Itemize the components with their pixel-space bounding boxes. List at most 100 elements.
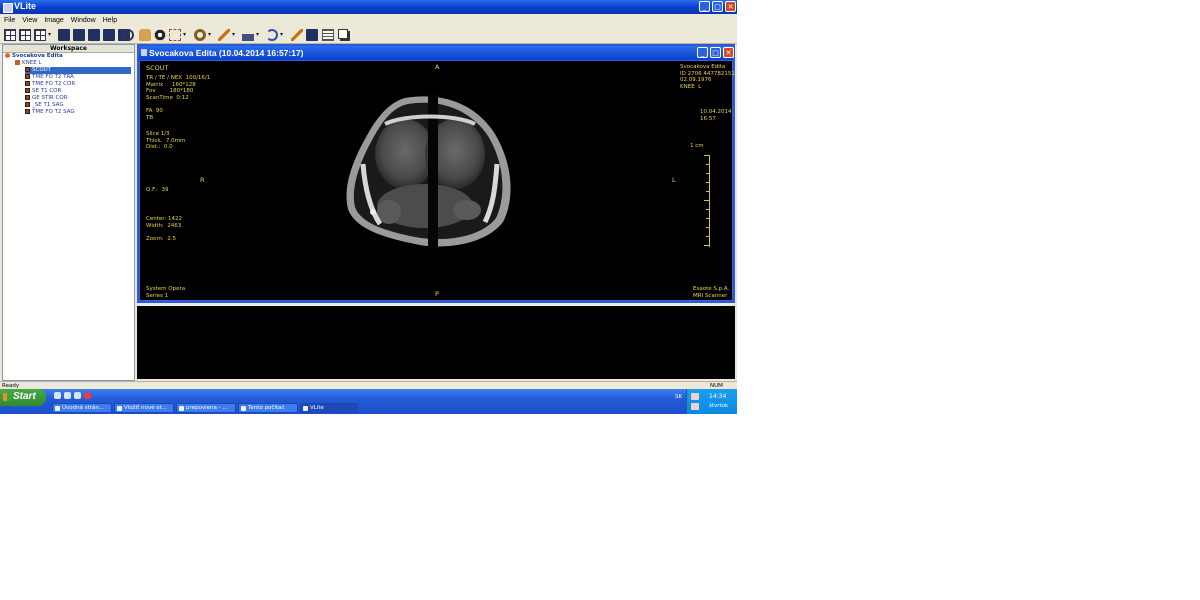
layout-dropdown-icon[interactable]: ▾ bbox=[47, 29, 52, 41]
taskbar-app-icon bbox=[241, 406, 246, 411]
layout-2x2-icon[interactable] bbox=[19, 29, 31, 41]
title-bar[interactable]: VLite _ □ ✕ bbox=[0, 0, 737, 14]
measure-ruler-icon[interactable] bbox=[218, 29, 230, 41]
menu-image[interactable]: Image bbox=[40, 15, 66, 24]
overlay-zoom: Zoom: 2.5 bbox=[146, 236, 176, 242]
series-icon bbox=[25, 67, 30, 72]
taskbar-button[interactable]: prepoviena - ... bbox=[176, 403, 236, 413]
overlay-vendor: Esaote S.p.A. MRI Scanner bbox=[693, 286, 730, 299]
start-button[interactable]: Start bbox=[0, 389, 46, 406]
tree-series-item[interactable]: SE T1 COR bbox=[25, 88, 61, 95]
pan-hand-icon[interactable] bbox=[139, 29, 151, 41]
annotate-icon[interactable] bbox=[291, 29, 303, 41]
tree-series-item[interactable]: SCOUT bbox=[25, 67, 131, 74]
tree-series-item[interactable]: GE STIR COR bbox=[25, 95, 68, 102]
quicklaunch-media-icon[interactable] bbox=[74, 392, 81, 399]
cascade-windows-icon[interactable] bbox=[338, 29, 348, 39]
taskbar-button[interactable]: Tento počítač bbox=[238, 403, 298, 413]
empty-image-pane[interactable] bbox=[137, 306, 735, 379]
close-button[interactable]: ✕ bbox=[725, 1, 736, 12]
orientation-top: A bbox=[435, 63, 440, 71]
tree-series-item[interactable]: TME FO T2 SAG bbox=[25, 109, 75, 116]
series-list-icon[interactable] bbox=[322, 29, 334, 41]
system-tray: 14:34 štvrtok bbox=[686, 389, 737, 414]
image-maximize-button[interactable]: □ bbox=[710, 47, 721, 58]
series-prev-icon[interactable] bbox=[58, 29, 70, 41]
quicklaunch-ie-icon[interactable] bbox=[64, 392, 71, 399]
tree-series-item[interactable]: TME FO T2 COR bbox=[25, 81, 75, 88]
taskbar-button[interactable]: Vložiť nové ot... bbox=[114, 403, 174, 413]
image-next-icon[interactable] bbox=[103, 29, 115, 41]
menu-view[interactable]: View bbox=[18, 15, 40, 24]
region-dropdown-icon[interactable]: ▾ bbox=[182, 29, 187, 41]
overlay-scale-label: 1 cm bbox=[690, 143, 704, 149]
maximize-button[interactable]: □ bbox=[712, 1, 723, 12]
series-icon bbox=[25, 88, 30, 93]
taskbar-button-label: Vložiť nové ot... bbox=[124, 405, 167, 411]
orientation-right: L bbox=[672, 176, 676, 184]
overlay-series-name: SCOUT bbox=[146, 64, 169, 72]
overlay-window-level: Center: 1422 Width: 2463 bbox=[146, 216, 183, 229]
series-next-icon[interactable] bbox=[73, 29, 85, 41]
histogram-icon[interactable] bbox=[242, 29, 254, 41]
tray-volume-icon[interactable] bbox=[691, 403, 699, 410]
app-icon bbox=[3, 3, 13, 13]
region-select-icon[interactable] bbox=[169, 29, 181, 41]
minimize-button[interactable]: _ bbox=[699, 1, 710, 12]
tree-series-item[interactable]: _SE T1 SAG bbox=[25, 102, 64, 109]
language-indicator[interactable]: SK bbox=[675, 394, 682, 400]
mri-viewport[interactable]: SCOUT TR / TE / NEX 100/16/1 Matrix 160*… bbox=[139, 60, 735, 301]
start-label: Start bbox=[13, 391, 36, 402]
invert-icon[interactable] bbox=[306, 29, 318, 41]
image-window-icon bbox=[141, 49, 147, 56]
tree-exam[interactable]: KNEE L bbox=[15, 60, 41, 67]
exam-icon bbox=[15, 60, 20, 65]
histogram-dropdown-icon[interactable]: ▾ bbox=[255, 29, 260, 41]
image-close-button[interactable]: ✕ bbox=[723, 47, 734, 58]
taskbar-button-label: VLite bbox=[310, 405, 324, 411]
quicklaunch-app-icon[interactable] bbox=[84, 392, 91, 399]
layout-3x3-icon[interactable] bbox=[34, 29, 46, 41]
workspace-header: Workspace bbox=[3, 45, 134, 53]
tree-series-label: SCOUT bbox=[32, 67, 52, 73]
orientation-left: R bbox=[200, 176, 205, 184]
rotate-dropdown-icon[interactable]: ▾ bbox=[279, 29, 284, 41]
image-window-title: Svocakova Edita (10.04.2014 16:57:17) bbox=[149, 48, 304, 58]
taskbar-app-icon bbox=[179, 406, 184, 411]
workspace-panel: Workspace Svocakova Edita KNEE L SCOUT TM… bbox=[2, 44, 135, 381]
zoom-icon[interactable] bbox=[122, 29, 134, 41]
window-level-icon[interactable] bbox=[154, 29, 166, 41]
tray-clock[interactable]: 14:34 bbox=[709, 393, 726, 400]
tree-series-label: TME FO T2 TRA bbox=[32, 74, 74, 80]
series-icon bbox=[25, 102, 30, 107]
roi-dropdown-icon[interactable]: ▾ bbox=[207, 29, 212, 41]
menu-help[interactable]: Help bbox=[99, 15, 120, 24]
taskbar-button[interactable]: Úvodná strán... bbox=[52, 403, 112, 413]
image-window-titlebar[interactable]: Svocakova Edita (10.04.2014 16:57:17) _ … bbox=[139, 46, 734, 60]
series-icon bbox=[25, 109, 30, 114]
toolbar: ▾ ▾ ▾ ▾ ▾ ▾ bbox=[0, 27, 737, 44]
menu-window[interactable]: Window bbox=[67, 15, 99, 24]
tree-patient[interactable]: Svocakova Edita bbox=[5, 53, 63, 60]
tree-series-item[interactable]: TME FO T2 TRA bbox=[25, 74, 74, 81]
image-prev-icon[interactable] bbox=[88, 29, 100, 41]
image-window[interactable]: Svocakova Edita (10.04.2014 16:57:17) _ … bbox=[137, 44, 735, 303]
tray-day: štvrtok bbox=[709, 403, 729, 409]
taskbar-app-icon bbox=[303, 406, 308, 411]
quicklaunch-desktop-icon[interactable] bbox=[54, 392, 61, 399]
patient-icon bbox=[5, 53, 10, 58]
taskbar: Start Úvodná strán... Vložiť nové ot... pr… bbox=[0, 389, 737, 414]
tree-series-label: _SE T1 SAG bbox=[32, 102, 64, 108]
mri-knee-image bbox=[345, 94, 515, 249]
rotate-icon[interactable] bbox=[266, 29, 278, 41]
layout-1x1-icon[interactable] bbox=[4, 29, 16, 41]
windows-flag-icon bbox=[3, 393, 11, 401]
image-minimize-button[interactable]: _ bbox=[697, 47, 708, 58]
roi-circle-icon[interactable] bbox=[194, 29, 206, 41]
tray-network-icon[interactable] bbox=[691, 393, 699, 400]
series-icon bbox=[25, 95, 30, 100]
menu-file[interactable]: File bbox=[0, 15, 18, 24]
measure-dropdown-icon[interactable]: ▾ bbox=[231, 29, 236, 41]
tree-exam-label: KNEE L bbox=[22, 60, 42, 66]
taskbar-button[interactable]: VLite bbox=[300, 403, 358, 413]
